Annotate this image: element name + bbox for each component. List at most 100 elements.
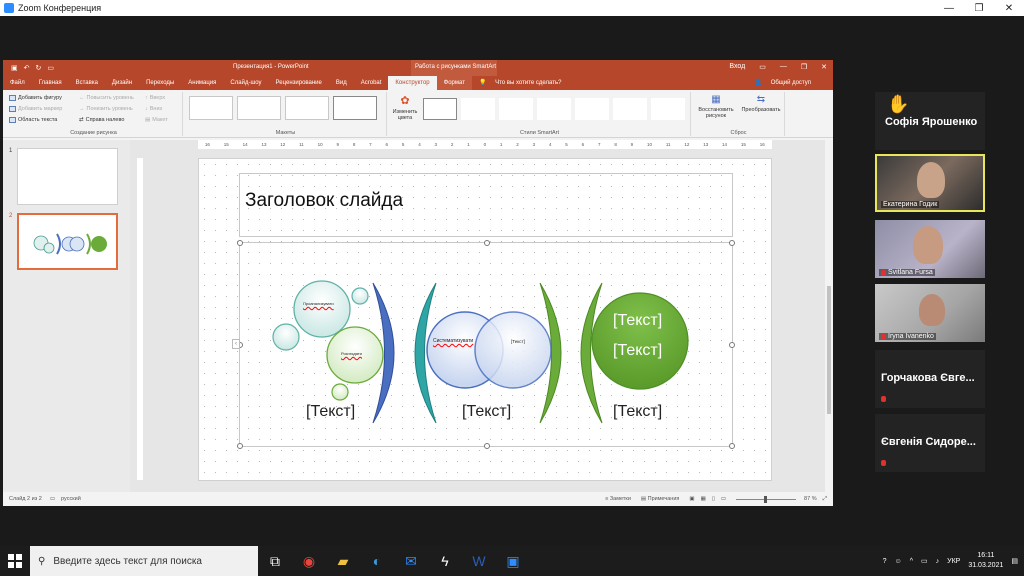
- ppt-close-button[interactable]: ✕: [821, 63, 827, 71]
- label-bottom-1[interactable]: [Текст]: [306, 403, 355, 421]
- reset-graphic-button[interactable]: ▦ Восстановить рисунок: [695, 94, 737, 119]
- zoom-maximize-button[interactable]: ❐: [964, 3, 994, 14]
- tab-format[interactable]: Формат: [436, 76, 472, 90]
- rtl-button[interactable]: ⇄ Справа налево: [79, 117, 124, 123]
- taskbar-search-box[interactable]: ⚲ Введите здесь текст для поиска: [30, 546, 258, 576]
- mail-icon[interactable]: ✉: [394, 546, 428, 576]
- participant-tile-3[interactable]: Svitlana Fursa: [875, 220, 985, 278]
- style-option-1[interactable]: [423, 98, 457, 120]
- bubble-analyze[interactable]: [293, 280, 351, 338]
- language-indicator[interactable]: УКР: [947, 558, 960, 565]
- file-explorer-icon[interactable]: ▰: [326, 546, 360, 576]
- vertical-scrollbar[interactable]: [825, 140, 833, 492]
- tab-animations[interactable]: Анимация: [181, 76, 223, 90]
- tab-home[interactable]: Главная: [32, 76, 69, 90]
- participant-tile-1[interactable]: ✋ Софія Ярошенко: [875, 92, 985, 150]
- edge-icon[interactable]: ◐: [360, 546, 394, 576]
- notifications-icon[interactable]: ▤: [1011, 557, 1018, 565]
- tab-file[interactable]: Файл: [3, 76, 32, 90]
- style-option-6[interactable]: [613, 98, 647, 120]
- label-bottom-2[interactable]: [Текст]: [462, 403, 511, 421]
- show-hidden-icons[interactable]: ^: [910, 558, 913, 565]
- present-icon[interactable]: ▭: [47, 64, 54, 72]
- people-icon[interactable]: ☺: [895, 558, 902, 565]
- taskbar-clock[interactable]: 16:11 31.03.2021: [968, 551, 1003, 571]
- label-big-2[interactable]: [Текст]: [613, 342, 662, 360]
- slide-canvas[interactable]: Заголовок слайда ‹ Проанализувати Розгля…: [198, 158, 772, 481]
- layout-option-4[interactable]: [333, 96, 377, 120]
- normal-view-icon[interactable]: ▣: [689, 496, 694, 502]
- tab-acrobat[interactable]: Acrobat: [354, 76, 389, 90]
- undo-icon[interactable]: ↶: [24, 64, 30, 72]
- participant-tile-2[interactable]: Екатерина Годик: [875, 154, 985, 212]
- tab-view[interactable]: Вид: [329, 76, 354, 90]
- participant-tile-5[interactable]: Горчакова Євге...: [875, 350, 985, 408]
- app-bolt-icon[interactable]: ϟ: [428, 546, 462, 576]
- scrollbar-thumb[interactable]: [827, 286, 831, 414]
- slide-title[interactable]: Заголовок слайда: [245, 190, 403, 212]
- slideshow-view-icon[interactable]: ▭: [721, 496, 726, 502]
- tell-me-search[interactable]: 💡 Что вы хотите сделать?: [472, 76, 575, 90]
- move-up-button[interactable]: ↑ Вверх: [145, 95, 165, 101]
- move-down-button[interactable]: ↓ Вниз: [145, 106, 162, 112]
- reading-view-icon[interactable]: ▯: [712, 496, 715, 502]
- bubble-small-b[interactable]: [272, 323, 300, 351]
- tab-transitions[interactable]: Переходы: [139, 76, 181, 90]
- circle-middle-right[interactable]: [474, 311, 552, 389]
- zoom-slider[interactable]: [736, 495, 797, 503]
- convert-button[interactable]: ⇆ Преобразовать: [739, 94, 783, 113]
- label-analyze[interactable]: Проанализувати: [303, 301, 334, 306]
- task-view-icon[interactable]: ⧉: [258, 546, 292, 576]
- comments-button[interactable]: ▤ Примечания: [641, 496, 680, 502]
- slide-thumbnail-2[interactable]: [17, 213, 118, 270]
- network-icon[interactable]: ▭: [921, 557, 928, 565]
- tab-review[interactable]: Рецензирование: [269, 76, 329, 90]
- label-systematize[interactable]: Систематизувати: [433, 338, 473, 344]
- word-icon[interactable]: W: [462, 546, 496, 576]
- volume-icon[interactable]: ♪: [936, 558, 940, 565]
- zoom-taskbar-icon[interactable]: ▣: [496, 546, 530, 576]
- start-button[interactable]: [0, 546, 30, 576]
- tab-insert[interactable]: Вставка: [69, 76, 105, 90]
- ppt-restore-button[interactable]: ❐: [801, 63, 807, 71]
- layout-option-2[interactable]: [237, 96, 281, 120]
- chrome-icon[interactable]: ◉: [292, 546, 326, 576]
- fit-slide-icon[interactable]: ⤢: [823, 496, 827, 503]
- demote-button[interactable]: → Понизить уровень: [79, 106, 133, 112]
- style-option-2[interactable]: [461, 98, 495, 120]
- tab-smartart-design[interactable]: Конструктор: [388, 76, 437, 90]
- participant-tile-4[interactable]: Iryna Ivanenko: [875, 284, 985, 342]
- participant-tile-6[interactable]: Євгенія Сидоре...: [875, 414, 985, 472]
- promote-button[interactable]: ← Повысить уровень: [79, 95, 134, 101]
- signin-button[interactable]: Вход: [729, 63, 745, 71]
- zoom-slider-handle[interactable]: [764, 495, 768, 503]
- tab-slideshow[interactable]: Слайд-шоу: [223, 76, 268, 90]
- title-placeholder[interactable]: Заголовок слайда: [239, 173, 733, 237]
- layout-option-3[interactable]: [285, 96, 329, 120]
- ribbon-display-button[interactable]: ▭: [759, 63, 766, 71]
- label-middle-text[interactable]: [Текст]: [511, 339, 525, 344]
- style-option-7[interactable]: [651, 98, 685, 120]
- zoom-level[interactable]: 87 %: [804, 496, 817, 502]
- slide-thumbnail-1[interactable]: [17, 148, 118, 205]
- share-button[interactable]: 👤 Общий доступ: [748, 76, 825, 90]
- text-pane-toggle-icon[interactable]: ‹: [232, 339, 240, 349]
- zoom-minimize-button[interactable]: —: [934, 3, 964, 14]
- label-big-1[interactable]: [Текст]: [613, 312, 662, 330]
- spellcheck-icon[interactable]: ▭: [50, 496, 55, 502]
- add-bullet-button[interactable]: Добавить маркер: [9, 106, 62, 112]
- ppt-minimize-button[interactable]: —: [780, 63, 787, 71]
- style-option-3[interactable]: [499, 98, 533, 120]
- zoom-close-button[interactable]: ✕: [994, 3, 1024, 14]
- text-pane-button[interactable]: Область текста: [9, 117, 57, 123]
- view-buttons[interactable]: ▣ ▦ ▯ ▭: [689, 496, 726, 502]
- label-consider[interactable]: Розглядати: [341, 351, 362, 356]
- change-colors-button[interactable]: ✿ Изменить цвета: [391, 94, 419, 121]
- save-icon[interactable]: ▣: [11, 64, 18, 72]
- notes-button[interactable]: ≡ Заметки: [605, 496, 631, 502]
- tab-design[interactable]: Дизайн: [105, 76, 139, 90]
- bubble-small-c[interactable]: [331, 383, 349, 401]
- smartart-graphic[interactable]: ‹ Проанализувати Розглядати Систематизув…: [232, 240, 735, 449]
- label-bottom-3[interactable]: [Текст]: [613, 403, 662, 421]
- bubble-small-a[interactable]: [351, 287, 369, 305]
